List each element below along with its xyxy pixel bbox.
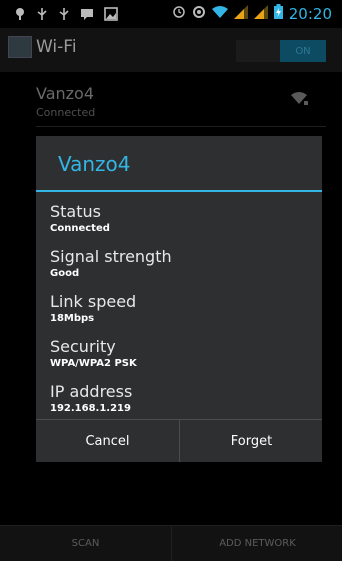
system-icons: 20:20 [172, 4, 332, 23]
field-value: Good [50, 268, 80, 279]
signal-strength-field: Signal strength Good [50, 247, 310, 279]
action-bar: Wi-Fi ON [0, 28, 342, 72]
signal-icon [233, 4, 248, 23]
security-field: Security WPA/WPA2 PSK [50, 337, 310, 369]
settings-app-icon[interactable] [8, 36, 32, 58]
field-value: 192.168.1.219 [50, 403, 131, 414]
field-label: Status [50, 202, 101, 221]
status-bar: 20:20 [0, 0, 342, 28]
bottom-action-bar: SCAN ADD NETWORK [0, 525, 342, 561]
dialog-title: Vanzo4 [58, 152, 131, 176]
wifi-toggle[interactable]: ON [236, 40, 326, 62]
forget-button[interactable]: Forget [179, 420, 323, 462]
wifi-signal-icon [290, 90, 308, 106]
network-details-dialog: Vanzo4 Status Connected Signal strength … [36, 136, 322, 462]
usb-icon [36, 6, 48, 20]
link-speed-field: Link speed 18Mbps [50, 292, 310, 324]
add-network-button[interactable]: ADD NETWORK [171, 526, 342, 561]
sync-icon [192, 4, 206, 23]
network-status: Connected [36, 106, 96, 119]
message-icon [80, 6, 94, 20]
field-label: IP address [50, 382, 133, 401]
dialog-title-divider [36, 190, 322, 192]
alarm-icon [172, 4, 186, 23]
scan-button[interactable]: SCAN [0, 526, 171, 561]
field-label: Link speed [50, 292, 137, 311]
page-title: Wi-Fi [36, 37, 77, 57]
field-value: 18Mbps [50, 313, 95, 324]
dialog-button-bar: Cancel Forget [36, 419, 322, 462]
field-value: WPA/WPA2 PSK [50, 358, 137, 369]
list-divider [36, 126, 326, 127]
status-time: 20:20 [288, 4, 332, 23]
image-icon [104, 6, 118, 21]
usb-icon [14, 6, 26, 20]
status-field: Status Connected [50, 202, 310, 234]
network-name: Vanzo4 [36, 84, 95, 103]
signal-icon [253, 4, 268, 23]
field-label: Security [50, 337, 116, 356]
battery-icon [273, 4, 283, 23]
wifi-icon [211, 4, 228, 23]
field-label: Signal strength [50, 247, 172, 266]
toggle-on-label: ON [280, 40, 326, 62]
ip-address-field: IP address 192.168.1.219 [50, 382, 310, 414]
dialog-header: Vanzo4 [36, 136, 322, 191]
network-list-item[interactable]: Vanzo4 Connected [0, 74, 342, 126]
cancel-button[interactable]: Cancel [36, 420, 179, 462]
notification-icons [14, 6, 118, 21]
usb-icon [58, 6, 70, 20]
field-value: Connected [50, 223, 110, 234]
